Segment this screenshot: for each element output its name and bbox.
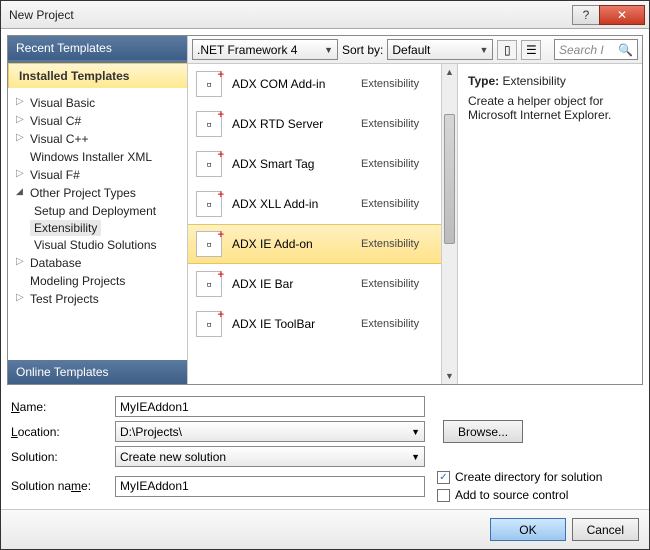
checkbox-icon: ✓ <box>437 471 450 484</box>
name-label: Name: <box>11 400 109 414</box>
template-icon: ▫ <box>196 191 222 217</box>
framework-value: .NET Framework 4 <box>197 43 297 57</box>
template-item[interactable]: ▫ ADX RTD Server Extensibility <box>188 104 457 144</box>
template-icon: ▫ <box>196 311 222 337</box>
template-name: ADX IE Bar <box>232 277 351 291</box>
template-category: Extensibility <box>361 198 449 210</box>
tree-item[interactable]: Visual F# <box>16 166 183 184</box>
cancel-button[interactable]: Cancel <box>572 518 639 541</box>
template-tree[interactable]: Visual BasicVisual C#Visual C++Windows I… <box>8 88 187 360</box>
online-templates-header[interactable]: Online Templates <box>8 360 187 384</box>
template-category: Extensibility <box>361 238 449 250</box>
template-item[interactable]: ▫ ADX IE ToolBar Extensibility <box>188 304 457 344</box>
template-icon: ▫ <box>196 231 222 257</box>
template-name: ADX Smart Tag <box>232 157 351 171</box>
search-icon: 🔍 <box>618 43 633 57</box>
create-directory-checkbox[interactable]: ✓ Create directory for solution <box>437 470 602 484</box>
template-sidebar: Recent Templates Installed Templates Vis… <box>8 36 188 384</box>
template-icon: ▫ <box>196 151 222 177</box>
tree-item[interactable]: Windows Installer XML <box>16 148 183 166</box>
template-name: ADX COM Add-in <box>232 77 351 91</box>
scroll-up-icon[interactable]: ▲ <box>442 64 457 80</box>
template-category: Extensibility <box>361 318 449 330</box>
chevron-down-icon: ▼ <box>411 427 420 437</box>
template-item[interactable]: ▫ ADX IE Add-on Extensibility <box>188 224 457 264</box>
new-project-dialog: New Project ? ✕ Recent Templates Install… <box>0 0 650 550</box>
search-placeholder: Search I <box>559 43 604 57</box>
tree-item[interactable]: Setup and Deployment <box>30 202 183 220</box>
solution-name-label: Solution name: <box>11 479 109 493</box>
template-icon: ▫ <box>196 271 222 297</box>
scroll-down-icon[interactable]: ▼ <box>442 368 457 384</box>
tree-item[interactable]: Test Projects <box>16 290 183 308</box>
tree-item[interactable]: Extensibility <box>30 220 101 236</box>
template-category: Extensibility <box>361 118 449 130</box>
template-item[interactable]: ▫ ADX IE Bar Extensibility <box>188 264 457 304</box>
location-label: Location: <box>11 425 109 439</box>
template-name: ADX IE ToolBar <box>232 317 351 331</box>
view-small-icons-button[interactable]: ▯ <box>497 40 517 60</box>
detail-type-value: Extensibility <box>502 74 565 88</box>
template-item[interactable]: ▫ ADX COM Add-in Extensibility <box>188 64 457 104</box>
tree-item[interactable]: Other Project Types <box>16 184 183 202</box>
template-name: ADX XLL Add-in <box>232 197 351 211</box>
template-category: Extensibility <box>361 278 449 290</box>
view-details-button[interactable]: ☰ <box>521 40 541 60</box>
template-details-pane: Type: Extensibility Create a helper obje… <box>458 64 642 384</box>
scroll-thumb[interactable] <box>444 114 455 244</box>
installed-templates-tab: Installed Templates <box>8 63 187 88</box>
detail-description: Create a helper object for Microsoft Int… <box>468 94 632 122</box>
tree-item[interactable]: Visual C# <box>16 112 183 130</box>
template-item[interactable]: ▫ ADX Smart Tag Extensibility <box>188 144 457 184</box>
close-button[interactable]: ✕ <box>599 5 645 25</box>
template-category: Extensibility <box>361 158 449 170</box>
project-form: Name: MyIEAddon1 Location: D:\Projects\▼… <box>1 385 649 509</box>
checkbox-icon <box>437 489 450 502</box>
chevron-down-icon: ▼ <box>479 45 488 55</box>
tree-item[interactable]: Visual Basic <box>16 94 183 112</box>
dialog-buttons: OK Cancel <box>1 509 649 549</box>
sortby-combo[interactable]: Default ▼ <box>387 39 493 60</box>
help-button[interactable]: ? <box>572 5 600 25</box>
chevron-down-icon: ▼ <box>324 45 333 55</box>
template-list[interactable]: ▫ ADX COM Add-in Extensibility ▫ ADX RTD Ser… <box>188 64 458 384</box>
template-icon: ▫ <box>196 111 222 137</box>
titlebar[interactable]: New Project ? ✕ <box>1 1 649 29</box>
window-title: New Project <box>9 8 573 22</box>
template-icon: ▫ <box>196 71 222 97</box>
solution-label: Solution: <box>11 450 109 464</box>
browse-button[interactable]: Browse... <box>443 420 523 443</box>
template-category: Extensibility <box>361 78 449 90</box>
ok-button[interactable]: OK <box>490 518 565 541</box>
toolbar: .NET Framework 4 ▼ Sort by: Default ▼ ▯ … <box>188 36 642 64</box>
sortby-label: Sort by: <box>342 43 383 57</box>
tree-item[interactable]: Modeling Projects <box>16 272 183 290</box>
detail-type-label: Type: <box>468 74 499 88</box>
location-combo[interactable]: D:\Projects\▼ <box>115 421 425 442</box>
template-item[interactable]: ▫ ADX XLL Add-in Extensibility <box>188 184 457 224</box>
search-input[interactable]: Search I 🔍 <box>554 39 638 60</box>
tree-item[interactable]: Visual Studio Solutions <box>30 236 183 254</box>
scrollbar[interactable]: ▲ ▼ <box>441 64 457 384</box>
name-input[interactable]: MyIEAddon1 <box>115 396 425 417</box>
recent-templates-header[interactable]: Recent Templates <box>8 36 187 60</box>
tree-item[interactable]: Visual C++ <box>16 130 183 148</box>
source-control-checkbox[interactable]: Add to source control <box>437 488 602 502</box>
template-name: ADX RTD Server <box>232 117 351 131</box>
template-name: ADX IE Add-on <box>232 237 351 251</box>
solution-name-input[interactable]: MyIEAddon1 <box>115 476 425 497</box>
sortby-value: Default <box>392 43 430 57</box>
tree-item[interactable]: Database <box>16 254 183 272</box>
installed-templates-header[interactable]: Installed Templates <box>8 60 187 88</box>
chevron-down-icon: ▼ <box>411 452 420 462</box>
solution-combo[interactable]: Create new solution▼ <box>115 446 425 467</box>
framework-combo[interactable]: .NET Framework 4 ▼ <box>192 39 338 60</box>
